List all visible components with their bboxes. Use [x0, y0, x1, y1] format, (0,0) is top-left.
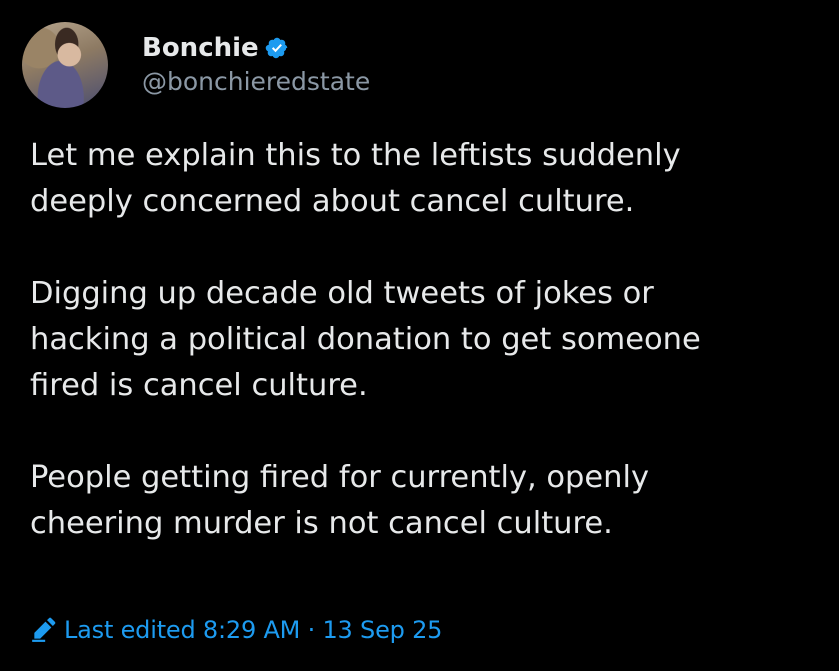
display-name-row: Bonchie	[142, 32, 370, 64]
author-names: Bonchie @bonchieredstate	[142, 32, 370, 98]
display-name[interactable]: Bonchie	[142, 32, 259, 64]
tweet-header: Bonchie @bonchieredstate	[22, 20, 370, 110]
author-handle[interactable]: @bonchieredstate	[142, 66, 370, 98]
edit-history-link[interactable]: Last edited 8:29 AM · 13 Sep 25	[30, 612, 442, 648]
tweet-body: Let me explain this to the leftists sudd…	[30, 133, 830, 547]
verified-badge-icon	[265, 36, 289, 60]
tweet-paragraph: Digging up decade old tweets of jokes or…	[30, 276, 701, 403]
last-edited-label[interactable]: Last edited 8:29 AM · 13 Sep 25	[64, 612, 442, 648]
avatar[interactable]	[22, 22, 108, 108]
tweet: Bonchie @bonchieredstate Let me explain …	[0, 0, 839, 671]
tweet-paragraph: Let me explain this to the leftists sudd…	[30, 138, 681, 219]
tweet-paragraph: People getting fired for currently, open…	[30, 460, 650, 541]
pencil-icon	[30, 617, 56, 643]
